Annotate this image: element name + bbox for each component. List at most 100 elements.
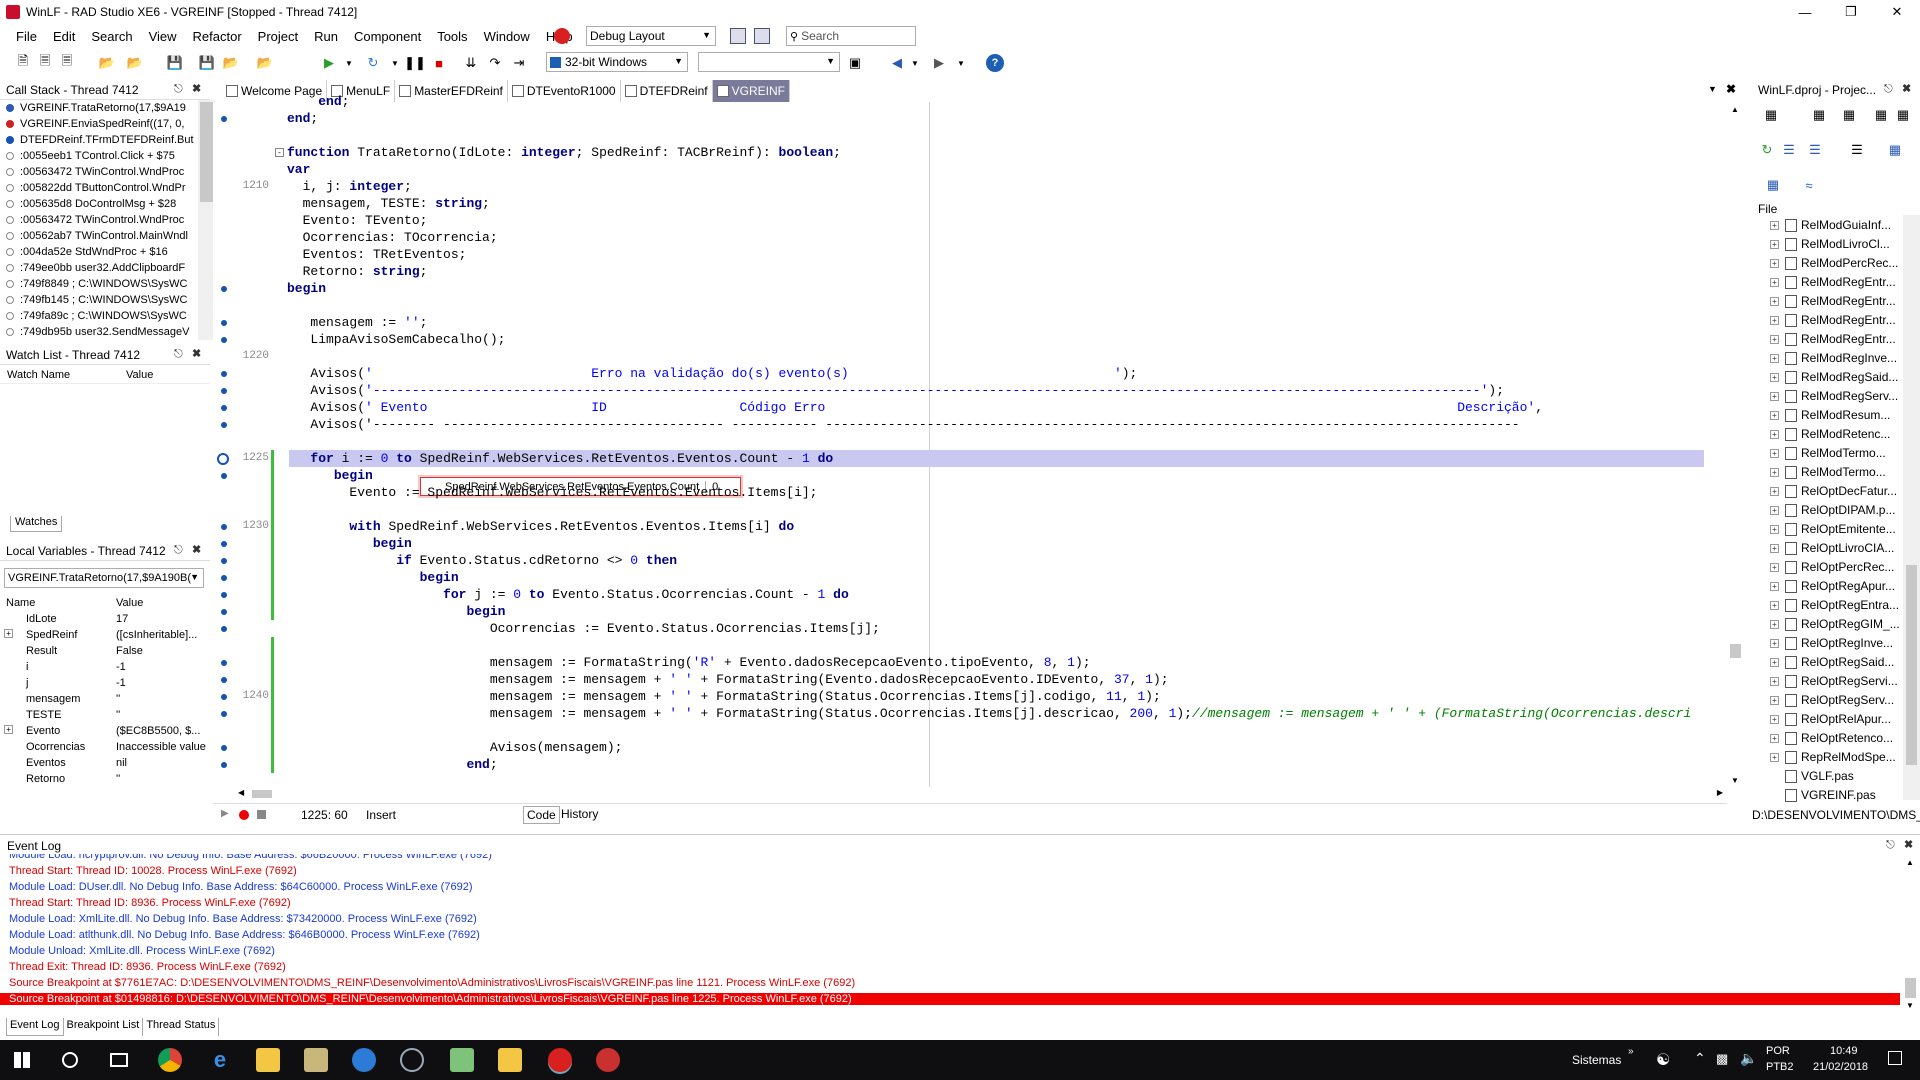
local-var-row[interactable]: Result False bbox=[0, 643, 210, 659]
code-line[interactable]: mensagem := mensagem + ' ' + FormataStri… bbox=[287, 688, 1161, 705]
call-stack-item[interactable]: :749fb145 ; C:\WINDOWS\SysWC bbox=[0, 292, 198, 308]
breakpoint-marker-icon[interactable] bbox=[221, 405, 227, 411]
code-fold-icon[interactable]: - bbox=[275, 148, 284, 157]
expand-icon[interactable]: + bbox=[1770, 220, 1779, 230]
language-indicator[interactable]: POR bbox=[1766, 1045, 1790, 1057]
expand-icon[interactable]: + bbox=[1770, 391, 1779, 401]
code-line[interactable]: begin bbox=[287, 535, 412, 552]
event-log-line[interactable]: Source Breakpoint at $7761E7AC: D:\DESEN… bbox=[9, 977, 855, 989]
expand-icon[interactable]: + bbox=[1770, 543, 1779, 553]
project-file-item[interactable]: + RelOptRegSaid... bbox=[1770, 654, 1894, 670]
project-file-item[interactable]: + RelOptEmitente... bbox=[1770, 521, 1896, 537]
breakpoint-marker-icon[interactable] bbox=[221, 116, 227, 122]
breakpoint-marker-icon[interactable] bbox=[221, 473, 227, 479]
open-project-icon[interactable]: 📂 bbox=[98, 54, 116, 72]
local-var-row[interactable]: + Evento ($EC8B5500, $... bbox=[0, 723, 210, 739]
project-file-item[interactable]: + RelModTermo... bbox=[1770, 464, 1886, 480]
view-icon[interactable]: ▦ bbox=[1872, 106, 1890, 124]
minimize-button[interactable]: — bbox=[1782, 0, 1828, 24]
project-file-item[interactable]: + RelOptRelApur... bbox=[1770, 711, 1891, 727]
play-macro-icon[interactable]: ▶ bbox=[221, 808, 229, 819]
tab-event-log[interactable]: Event Log bbox=[6, 1018, 64, 1036]
expand-icon[interactable]: + bbox=[1770, 258, 1779, 268]
menu-search[interactable]: Search bbox=[83, 29, 140, 44]
local-var-row[interactable]: mensagem '' bbox=[0, 691, 210, 707]
tab-masterefdreinf[interactable]: MasterEFDReinf bbox=[395, 80, 508, 102]
code-line[interactable]: Evento: TEvento; bbox=[287, 212, 428, 229]
call-stack-item[interactable]: :00563472 TWinControl.WndProc bbox=[0, 212, 198, 228]
expand-icon[interactable]: + bbox=[1770, 676, 1779, 686]
project-file-item[interactable]: + RelOptRegServ... bbox=[1770, 692, 1894, 708]
run-without-debug-dropdown-icon[interactable]: ▼ bbox=[386, 54, 404, 72]
code-line[interactable]: end; bbox=[287, 756, 497, 773]
tab-dtefdreinf[interactable]: DTEFDReinf bbox=[620, 80, 713, 102]
close-icon[interactable]: ✖ bbox=[1902, 82, 1911, 95]
code-line[interactable]: end; bbox=[287, 93, 349, 110]
pause-icon[interactable]: ❚❚ bbox=[404, 54, 426, 72]
project-file-item[interactable]: VGREINF.pas bbox=[1770, 787, 1876, 803]
close-icon[interactable]: ✖ bbox=[192, 347, 201, 360]
back-dropdown-icon[interactable]: ▼ bbox=[906, 54, 924, 72]
code-line[interactable]: begin bbox=[287, 280, 326, 297]
menu-run[interactable]: Run bbox=[306, 29, 346, 44]
project-file-item[interactable]: + RelModRegEntr... bbox=[1770, 331, 1896, 347]
project-file-item[interactable]: VGLF.pas bbox=[1770, 768, 1854, 784]
close-icon[interactable]: ✖ bbox=[192, 543, 201, 556]
project-file-item[interactable]: + RepRelModSpe... bbox=[1770, 749, 1896, 765]
code-line[interactable]: mensagem, TESTE: string; bbox=[287, 195, 490, 212]
code-line[interactable]: Avisos(mensagem); bbox=[287, 739, 623, 756]
expand-icon[interactable]: + bbox=[1770, 429, 1779, 439]
expand-icon[interactable]: + bbox=[1770, 315, 1779, 325]
code-line[interactable]: var bbox=[287, 161, 310, 178]
expand-icon[interactable]: + bbox=[1770, 448, 1779, 458]
expand-icon[interactable]: + bbox=[1770, 410, 1779, 420]
menu-file[interactable]: File bbox=[8, 29, 45, 44]
menu-edit[interactable]: Edit bbox=[45, 29, 83, 44]
code-line[interactable]: Eventos: TRetEventos; bbox=[287, 246, 467, 263]
restore-button[interactable]: ❐ bbox=[1828, 0, 1874, 24]
editor-vscroll[interactable]: ▲ ▼ bbox=[1727, 102, 1744, 787]
breakpoint-marker-icon[interactable] bbox=[221, 337, 227, 343]
breakpoint-marker-icon[interactable] bbox=[221, 762, 227, 768]
ide-insight-icon[interactable] bbox=[554, 28, 570, 44]
record-macro-icon[interactable] bbox=[239, 810, 249, 820]
menu-window[interactable]: Window bbox=[476, 29, 538, 44]
local-var-row[interactable]: + SpedReinf ([csInheritable]... bbox=[0, 627, 210, 643]
add-file-icon[interactable]: 📂 bbox=[126, 54, 144, 72]
close-icon[interactable]: ✖ bbox=[192, 82, 201, 95]
editor-gutter[interactable] bbox=[213, 102, 271, 787]
frame-selector[interactable]: VGREINF.TrataRetorno(17,$9A190B(▼ bbox=[4, 568, 204, 588]
close-icon[interactable]: ✖ bbox=[1904, 838, 1913, 851]
event-log-line[interactable]: Module Load: DUser.dll. No Debug Info. B… bbox=[9, 881, 472, 893]
file-explorer-icon[interactable] bbox=[256, 1048, 280, 1072]
local-var-row[interactable]: i -1 bbox=[0, 659, 210, 675]
breakpoint-marker-icon[interactable] bbox=[221, 745, 227, 751]
tab-thread-status[interactable]: Thread Status bbox=[143, 1018, 220, 1036]
expand-icon[interactable]: + bbox=[1770, 277, 1779, 287]
expand-icon[interactable]: + bbox=[1770, 353, 1779, 363]
pin-icon[interactable]: ⎋ bbox=[174, 544, 183, 557]
stop-icon[interactable]: ■ bbox=[430, 54, 448, 72]
breakpoint-marker-icon[interactable] bbox=[221, 541, 227, 547]
project-file-item[interactable]: + RelOptRegApur... bbox=[1770, 578, 1895, 594]
forward-icon[interactable]: ▶ bbox=[930, 54, 948, 72]
notifications-icon[interactable] bbox=[1888, 1051, 1902, 1065]
call-stack-item[interactable]: :00562ab7 TWinControl.MainWndl bbox=[0, 228, 198, 244]
expand-icon[interactable]: + bbox=[1770, 505, 1779, 515]
platform-dropdown[interactable]: 32-bit Windows ▼ bbox=[546, 52, 688, 72]
call-stack-item[interactable]: :004da52e StdWndProc + $16 bbox=[0, 244, 198, 260]
build-config-icon[interactable]: ≈ bbox=[1800, 176, 1818, 194]
project-file-item[interactable]: + RelModRegServ... bbox=[1770, 388, 1898, 404]
layout-dropdown[interactable]: Debug Layout ▼ bbox=[586, 26, 716, 46]
code-line[interactable]: begin bbox=[287, 603, 505, 620]
toolbar-sistemas[interactable]: Sistemas bbox=[1572, 1053, 1621, 1067]
project-file-item[interactable]: + RelOptPercRec... bbox=[1770, 559, 1894, 575]
code-line[interactable]: begin bbox=[287, 467, 373, 484]
code-line[interactable]: function TrataRetorno(IdLote: integer; S… bbox=[287, 144, 841, 161]
breakpoint-marker-icon[interactable] bbox=[221, 711, 227, 717]
project-file-item[interactable]: + RelOptLivroCIA... bbox=[1770, 540, 1894, 556]
show-hidden-icons-icon[interactable]: ⌃ bbox=[1694, 1050, 1706, 1067]
build-icon[interactable]: ▦ bbox=[1886, 141, 1904, 159]
filter-icon[interactable]: ▦ bbox=[1764, 176, 1782, 194]
run-dropdown-icon[interactable]: ▼ bbox=[340, 54, 358, 72]
